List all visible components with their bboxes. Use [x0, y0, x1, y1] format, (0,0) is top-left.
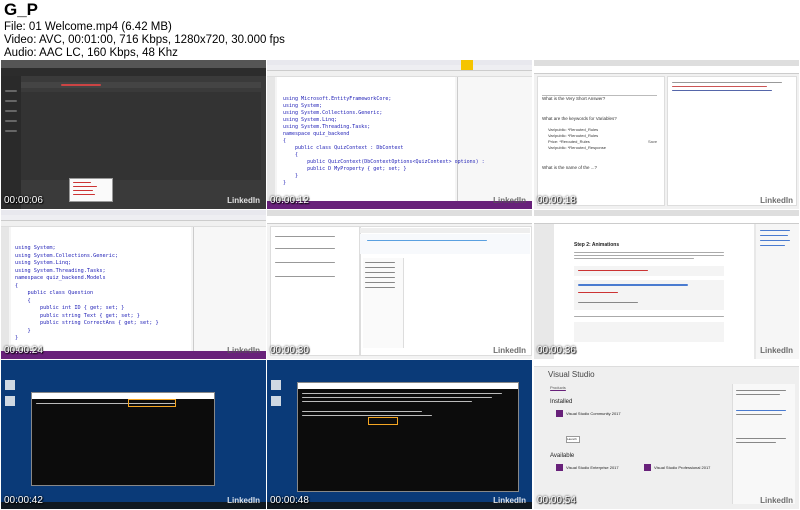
timestamp: 00:00:48 — [270, 495, 309, 506]
desktop-icon — [271, 396, 281, 406]
thumbnail-1[interactable]: LinkedIn 00:00:06 — [1, 60, 266, 209]
watermark: LinkedIn — [227, 496, 260, 505]
video-info: Video: AVC, 00:01:00, 716 Kbps, 1280x720… — [4, 34, 285, 46]
timestamp: 00:00:12 — [270, 195, 309, 206]
timestamp: 00:00:24 — [4, 345, 43, 356]
watermark: LinkedIn — [760, 496, 793, 505]
watermark: LinkedIn — [493, 346, 526, 355]
thumbnail-4[interactable]: using System; using System.Collections.Ge… — [1, 210, 266, 359]
watermark: LinkedIn — [760, 196, 793, 205]
watermark: LinkedIn — [493, 196, 526, 205]
launch-button[interactable]: Launch — [567, 437, 577, 441]
thumbnail-3[interactable]: What is the Very Short Answer? What are … — [534, 60, 799, 209]
available-product-professional: Visual Studio Professional 2017 — [654, 465, 711, 470]
available-heading: Available — [550, 453, 575, 459]
file-info: File: 01 Welcome.mp4 (6.42 MB) — [4, 21, 172, 33]
timestamp: 00:00:36 — [537, 345, 576, 356]
timestamp: 00:00:18 — [537, 195, 576, 206]
code-editor: using System; using System.Collections.Ge… — [15, 245, 159, 341]
visual-studio-icon — [556, 464, 563, 471]
watermark: LinkedIn — [227, 346, 260, 355]
timestamp: 00:00:42 — [4, 495, 43, 506]
info-header: G_P File: 01 Welcome.mp4 (6.42 MB) Video… — [0, 0, 800, 60]
timestamp: 00:00:30 — [270, 345, 309, 356]
command-prompt-window[interactable] — [297, 382, 519, 492]
thumbnail-2[interactable]: using Microsoft.EntityFrameworkCore; usin… — [267, 60, 532, 209]
thumbnail-9[interactable]: Visual Studio Products Installed Visual … — [534, 360, 799, 509]
recycle-bin-icon — [5, 380, 15, 390]
watermark: LinkedIn — [493, 496, 526, 505]
available-product-enterprise: Visual Studio Enterprise 2017 — [566, 465, 619, 470]
recycle-bin-icon — [271, 380, 281, 390]
code-editor: using Microsoft.EntityFrameworkCore; usin… — [283, 96, 485, 186]
watermark: LinkedIn — [227, 196, 260, 205]
installed-heading: Installed — [550, 399, 573, 405]
timestamp: 00:00:54 — [537, 495, 576, 506]
thumbnail-6[interactable]: Step 2: Animations LinkedIn 00:00:36 — [534, 210, 799, 359]
installer-title: Visual Studio — [548, 370, 595, 379]
thumbnail-5[interactable]: LinkedIn 00:00:30 — [267, 210, 532, 359]
audio-info: Audio: AAC LC, 160 Kbps, 48 Khz — [4, 47, 178, 59]
thumbnail-7[interactable]: LinkedIn 00:00:42 — [1, 360, 266, 509]
watermark: LinkedIn — [760, 346, 793, 355]
command-prompt-window[interactable] — [31, 392, 215, 486]
installed-product: Visual Studio Community 2017 — [566, 411, 621, 416]
thumbnail-8[interactable]: LinkedIn 00:00:48 — [267, 360, 532, 509]
save-button[interactable]: Save — [648, 138, 657, 145]
desktop-icon — [5, 396, 15, 406]
thumbnail-grid: LinkedIn 00:00:06 using Microsoft.Entity… — [1, 60, 799, 510]
doc-heading: Step 2: Animations — [574, 242, 620, 248]
visual-studio-icon — [556, 410, 563, 417]
visual-studio-icon — [644, 464, 651, 471]
timestamp: 00:00:06 — [4, 195, 43, 206]
header-title: G_P — [4, 0, 39, 19]
